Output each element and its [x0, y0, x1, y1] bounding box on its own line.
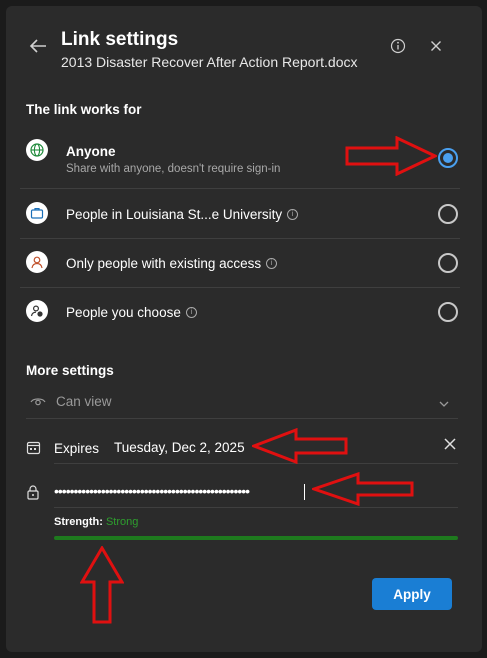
more-settings-heading: More settings — [26, 363, 114, 378]
eye-icon — [30, 394, 46, 413]
divider — [20, 287, 460, 288]
permission-dropdown[interactable]: Can view — [26, 388, 456, 416]
option-organization[interactable]: People in Louisiana St...e University i — [20, 198, 464, 230]
chevron-down-icon — [438, 396, 450, 414]
radio-people-you-choose[interactable] — [438, 302, 458, 322]
person-icon — [26, 251, 48, 273]
text-caret — [304, 484, 305, 500]
radio-anyone[interactable] — [438, 148, 458, 168]
close-icon[interactable] — [427, 37, 445, 55]
option-existing-access[interactable]: Only people with existing access i — [20, 247, 464, 279]
option-label: Only people with existing access — [66, 256, 262, 271]
option-label: Anyone — [66, 144, 116, 159]
divider — [20, 188, 460, 189]
people-icon — [26, 300, 48, 322]
strength-label: Strength: — [54, 516, 103, 528]
option-label: People in Louisiana St...e University — [66, 207, 283, 222]
expires-row: Expires Tuesday, Dec 2, 2025 — [26, 432, 458, 462]
briefcase-icon — [26, 202, 48, 224]
clear-expiry-close-icon[interactable] — [442, 436, 458, 457]
globe-icon — [26, 139, 48, 161]
strength-bar — [54, 536, 458, 540]
annotation-arrow-right-icon — [345, 136, 437, 176]
annotation-arrow-left-icon — [312, 472, 414, 506]
expiry-date-input[interactable]: Tuesday, Dec 2, 2025 — [114, 440, 245, 455]
calendar-icon — [26, 440, 41, 460]
password-input[interactable]: ••••••••••••••••••••••••••••••••••••••••… — [54, 483, 304, 499]
divider — [26, 418, 458, 419]
annotation-arrow-left-icon — [252, 428, 348, 464]
option-sublabel: Share with anyone, doesn't require sign-… — [66, 163, 281, 175]
info-icon[interactable]: i — [266, 258, 278, 269]
apply-button[interactable]: Apply — [372, 578, 452, 610]
info-icon[interactable]: i — [287, 209, 299, 220]
expires-label: Expires — [54, 441, 100, 456]
radio-existing-access[interactable] — [438, 253, 458, 273]
back-arrow-icon[interactable] — [26, 34, 50, 58]
annotation-arrow-up-icon — [80, 546, 124, 624]
permission-value: Can view — [56, 394, 112, 409]
strength-value: Strong — [105, 516, 139, 528]
divider — [54, 507, 458, 508]
info-icon[interactable] — [389, 37, 407, 55]
option-label: People you choose — [66, 305, 181, 320]
file-name: 2013 Disaster Recover After Action Repor… — [61, 54, 358, 70]
divider — [20, 238, 460, 239]
password-strength: Strength: Strong — [54, 516, 138, 528]
info-icon[interactable]: i — [185, 307, 197, 318]
radio-organization[interactable] — [438, 204, 458, 224]
link-works-for-heading: The link works for — [26, 102, 142, 117]
lock-icon — [26, 484, 40, 505]
option-people-you-choose[interactable]: People you choose i — [20, 296, 464, 328]
dialog-title: Link settings — [61, 29, 179, 50]
